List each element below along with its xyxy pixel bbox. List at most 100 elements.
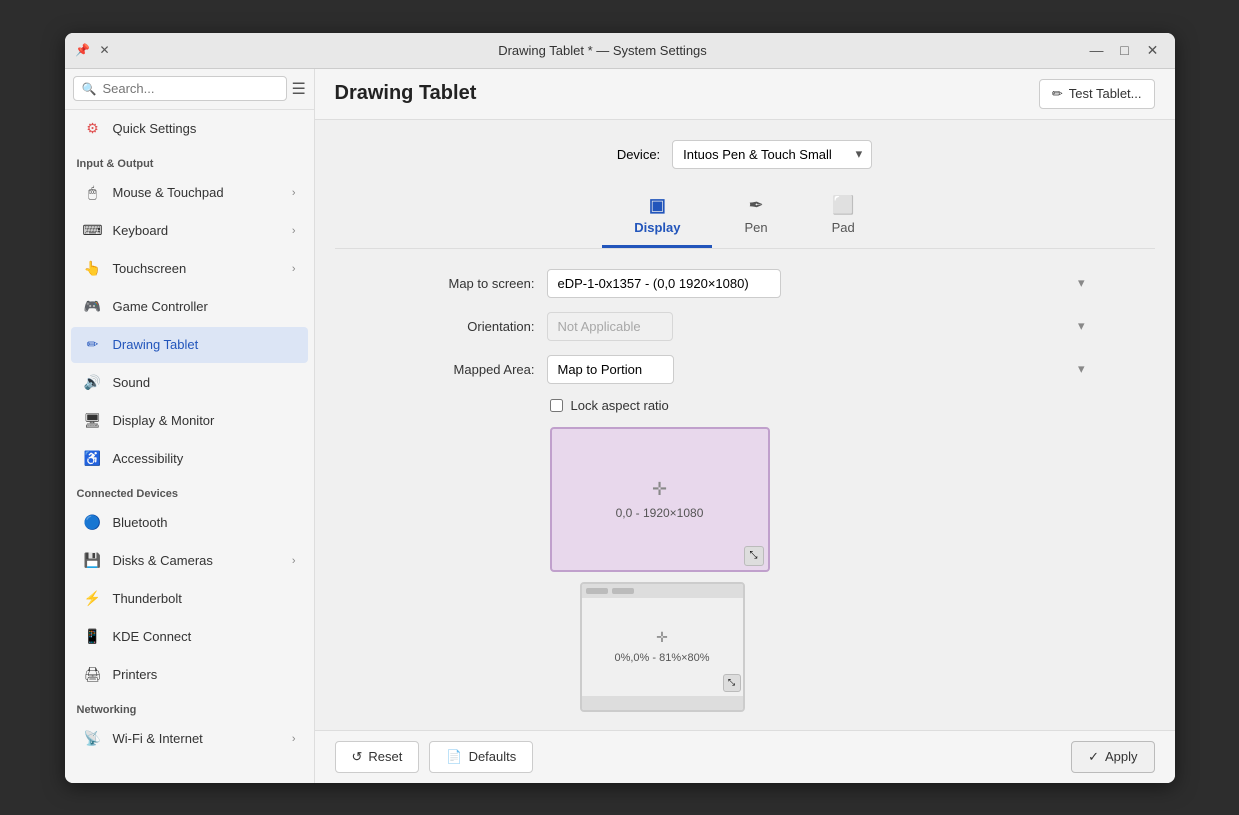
orientation-label: Orientation: xyxy=(395,319,535,334)
mapped-area-select[interactable]: Map to Portion Full Area Custom xyxy=(547,355,674,384)
portion-bottom-bar xyxy=(582,696,743,710)
screen-area[interactable]: ✛ 0,0 - 1920×1080 ⤡ xyxy=(550,427,770,572)
sidebar-item-label: Display & Monitor xyxy=(113,413,296,428)
arrow-icon: › xyxy=(292,733,296,745)
device-select[interactable]: Intuos Pen & Touch Small xyxy=(672,140,872,169)
orientation-select-wrapper: Not Applicable xyxy=(547,312,1095,341)
sidebar-item-display-monitor[interactable]: 🖥 Display & Monitor xyxy=(71,403,308,439)
search-icon: 🔍 xyxy=(82,82,97,96)
sidebar-item-quick-settings[interactable]: ⚙ Quick Settings xyxy=(71,111,308,147)
sidebar-item-label: Touchscreen xyxy=(113,261,282,276)
disks-icon: 💾 xyxy=(83,551,103,571)
tabs-row: ▣ Display ✒ Pen ⬜ Pad xyxy=(335,185,1155,249)
tab-display[interactable]: ▣ Display xyxy=(602,185,712,248)
portion-move-icon: ✛ xyxy=(656,629,668,646)
move-icon: ✛ xyxy=(652,479,667,500)
hamburger-button[interactable]: ☰ xyxy=(291,75,305,103)
thunderbolt-icon: ⚡ xyxy=(83,589,103,609)
mouse-icon: 🖱 xyxy=(83,183,103,203)
titlebar-left-icons: 📌 ✕ xyxy=(75,42,113,58)
sidebar-item-game-controller[interactable]: 🎮 Game Controller xyxy=(71,289,308,325)
sidebar-item-thunderbolt[interactable]: ⚡ Thunderbolt xyxy=(71,581,308,617)
portion-resize-button[interactable]: ⤡ xyxy=(723,674,741,692)
map-to-screen-label: Map to screen: xyxy=(395,276,535,291)
content-area: Drawing Tablet ✏ Test Tablet... Device: … xyxy=(315,69,1175,783)
map-to-screen-select-wrapper: eDP-1-0x1357 - (0,0 1920×1080) xyxy=(547,269,1095,298)
sidebar-item-label: Mouse & Touchpad xyxy=(113,185,282,200)
map-to-screen-select[interactable]: eDP-1-0x1357 - (0,0 1920×1080) xyxy=(547,269,781,298)
window-title: Drawing Tablet * — System Settings xyxy=(121,43,1085,58)
search-box: 🔍 xyxy=(73,76,288,101)
sidebar-item-keyboard[interactable]: ⌨ Keyboard › xyxy=(71,213,308,249)
printer-icon: 🖨 xyxy=(83,665,103,685)
main-window: 📌 ✕ Drawing Tablet * — System Settings —… xyxy=(65,33,1175,783)
sidebar-item-label: Bluetooth xyxy=(113,515,296,530)
defaults-icon: 📄 xyxy=(446,749,462,765)
arrow-icon: › xyxy=(292,555,296,567)
bluetooth-icon: 🔵 xyxy=(83,513,103,533)
section-header-input-output: Input & Output xyxy=(65,148,314,174)
sidebar-item-label: Wi-Fi & Internet xyxy=(113,731,282,746)
tab-pad-label: Pad xyxy=(832,220,855,235)
sidebar-item-mouse-touchpad[interactable]: 🖱 Mouse & Touchpad › xyxy=(71,175,308,211)
pen-icon: ✏ xyxy=(1052,86,1063,102)
window-controls: — □ ✕ xyxy=(1085,38,1165,62)
kde-connect-icon: 📱 xyxy=(83,627,103,647)
apply-button[interactable]: ✓ Apply xyxy=(1071,741,1154,773)
reset-label: Reset xyxy=(368,749,402,764)
lock-aspect-ratio-label[interactable]: Lock aspect ratio xyxy=(571,398,669,413)
pen-tab-icon: ✒ xyxy=(749,195,764,216)
quick-settings-icon: ⚙ xyxy=(83,119,103,139)
sidebar-item-label: Disks & Cameras xyxy=(113,553,282,568)
sidebar-item-accessibility[interactable]: ♿ Accessibility xyxy=(71,441,308,477)
sidebar-item-touchscreen[interactable]: 👆 Touchscreen › xyxy=(71,251,308,287)
main-content: 🔍 ☰ ⚙ Quick Settings Input & Output 🖱 Mo… xyxy=(65,69,1175,783)
sidebar-item-disks-cameras[interactable]: 💾 Disks & Cameras › xyxy=(71,543,308,579)
defaults-button[interactable]: 📄 Defaults xyxy=(429,741,533,773)
pin-icon[interactable]: 📌 xyxy=(75,42,91,58)
sidebar-item-wifi-internet[interactable]: 📡 Wi-Fi & Internet › xyxy=(71,721,308,757)
display-tab-icon: ▣ xyxy=(649,195,666,216)
sidebar-item-printers[interactable]: 🖨 Printers xyxy=(71,657,308,693)
form-section: Map to screen: eDP-1-0x1357 - (0,0 1920×… xyxy=(395,269,1095,730)
sidebar-item-label: Thunderbolt xyxy=(113,591,296,606)
bottom-bar: ↺ Reset 📄 Defaults ✓ Apply xyxy=(315,730,1175,783)
maximize-button[interactable]: □ xyxy=(1113,38,1137,62)
sound-icon: 🔊 xyxy=(83,373,103,393)
test-tablet-button[interactable]: ✏ Test Tablet... xyxy=(1039,79,1155,109)
sidebar-item-drawing-tablet[interactable]: ✏ Drawing Tablet xyxy=(71,327,308,363)
sidebar-item-label: KDE Connect xyxy=(113,629,296,644)
test-tablet-label: Test Tablet... xyxy=(1069,86,1142,101)
drawing-tablet-icon: ✏ xyxy=(83,335,103,355)
screen-area-text: 0,0 - 1920×1080 xyxy=(616,506,704,520)
sidebar-item-kde-connect[interactable]: 📱 KDE Connect xyxy=(71,619,308,655)
portion-bar-dot2 xyxy=(612,588,634,594)
section-header-connected-devices: Connected Devices xyxy=(65,478,314,504)
orientation-row: Orientation: Not Applicable xyxy=(395,312,1095,341)
orientation-select[interactable]: Not Applicable xyxy=(547,312,673,341)
apply-icon: ✓ xyxy=(1088,749,1099,765)
device-select-wrapper: Intuos Pen & Touch Small xyxy=(672,140,872,169)
lock-aspect-ratio-checkbox[interactable] xyxy=(550,399,563,412)
reset-icon: ↺ xyxy=(352,749,363,765)
portion-area[interactable]: ✛ 0%,0% - 81%×80% ⤡ xyxy=(580,582,745,712)
sidebar-item-bluetooth[interactable]: 🔵 Bluetooth xyxy=(71,505,308,541)
page-title: Drawing Tablet xyxy=(335,82,1027,105)
search-input[interactable] xyxy=(102,81,278,96)
mapped-area-label: Mapped Area: xyxy=(395,362,535,377)
screen-resize-button[interactable]: ⤡ xyxy=(744,546,764,566)
menu-icon[interactable]: ✕ xyxy=(97,42,113,58)
wifi-icon: 📡 xyxy=(83,729,103,749)
tab-pad[interactable]: ⬜ Pad xyxy=(800,185,887,248)
device-row: Device: Intuos Pen & Touch Small xyxy=(335,140,1155,169)
tab-pen[interactable]: ✒ Pen xyxy=(712,185,799,248)
minimize-button[interactable]: — xyxy=(1085,38,1109,62)
sidebar-item-label: Accessibility xyxy=(113,451,296,466)
reset-button[interactable]: ↺ Reset xyxy=(335,741,420,773)
defaults-label: Defaults xyxy=(469,749,517,764)
display-icon: 🖥 xyxy=(83,411,103,431)
close-button[interactable]: ✕ xyxy=(1141,38,1165,62)
sidebar-item-label: Sound xyxy=(113,375,296,390)
sidebar-item-sound[interactable]: 🔊 Sound xyxy=(71,365,308,401)
game-controller-icon: 🎮 xyxy=(83,297,103,317)
